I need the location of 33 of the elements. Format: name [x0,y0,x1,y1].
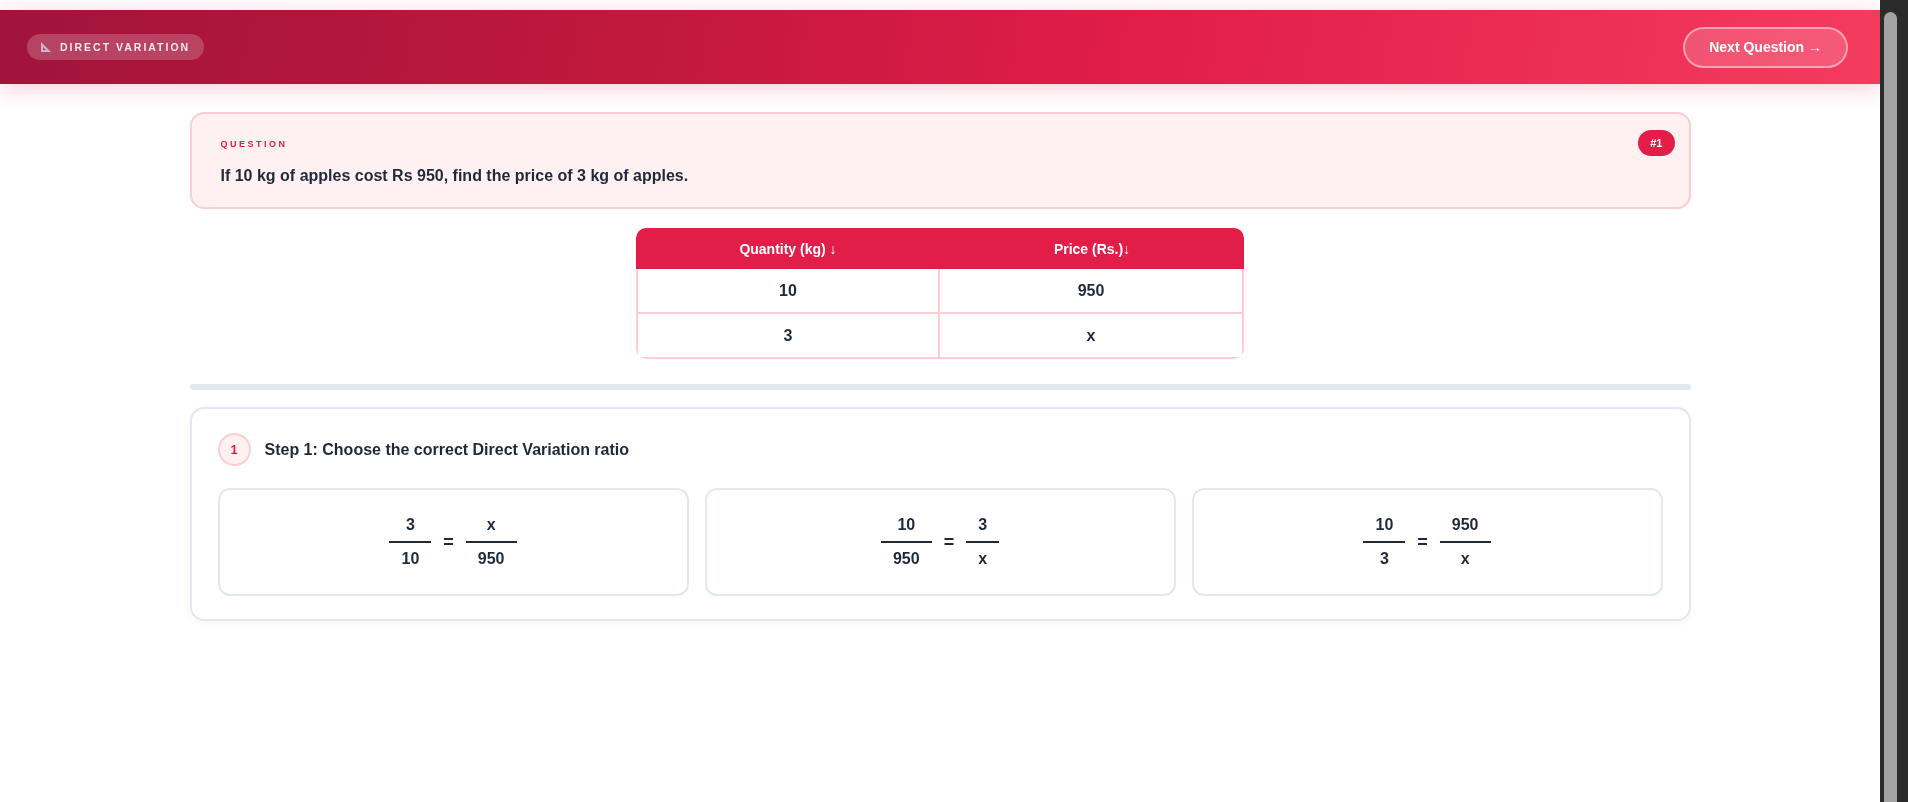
ruler-icon [41,42,51,52]
ratio-option[interactable]: 10 950 = 3 x [704,488,1176,596]
fraction-numerator: 10 [896,515,917,535]
question-text: If 10 kg of apples cost Rs 950, find the price of 3 kg of apples. [220,166,689,186]
table-cell: 10 [636,269,940,314]
table-cell: x [940,314,1244,359]
table-cell: 3 [636,314,940,359]
equals-sign: = [943,532,955,552]
step-title: Step 1: Choose the correct Direct Variation ratio [264,440,630,459]
equals-sign: = [443,532,454,552]
fraction-denominator: 950 [476,549,506,569]
fraction-denominator: 10 [400,549,421,569]
fraction-numerator: 3 [977,515,989,535]
column-header: Quantity (kg) ↓ [636,228,940,269]
fraction-numerator: 950 [1450,515,1480,535]
column-header: Price (Rs.)↓ [940,228,1244,269]
equals-sign: = [1417,532,1428,552]
ratio-option[interactable]: 3 10 = x 950 [217,488,689,596]
fraction-denominator: x [977,549,989,569]
fraction-numerator: x [485,515,497,535]
fraction-denominator: x [1459,549,1471,569]
question-number-badge: #1 [1638,130,1675,156]
scrollbar-thumb[interactable] [1884,12,1897,802]
fraction-numerator: 10 [1374,515,1395,535]
fraction-numerator: 3 [404,515,416,535]
question-label: QUESTION [220,138,288,150]
fraction-denominator: 950 [891,549,921,569]
step-number: 1 [217,433,251,466]
ratio-option[interactable]: 10 3 = 950 x [1191,488,1663,596]
scrollbar-track[interactable] [1880,0,1908,802]
topic-label: DIRECT VARIATION [60,41,191,53]
table-cell: 950 [940,269,1244,314]
fraction-denominator: 3 [1378,549,1390,569]
